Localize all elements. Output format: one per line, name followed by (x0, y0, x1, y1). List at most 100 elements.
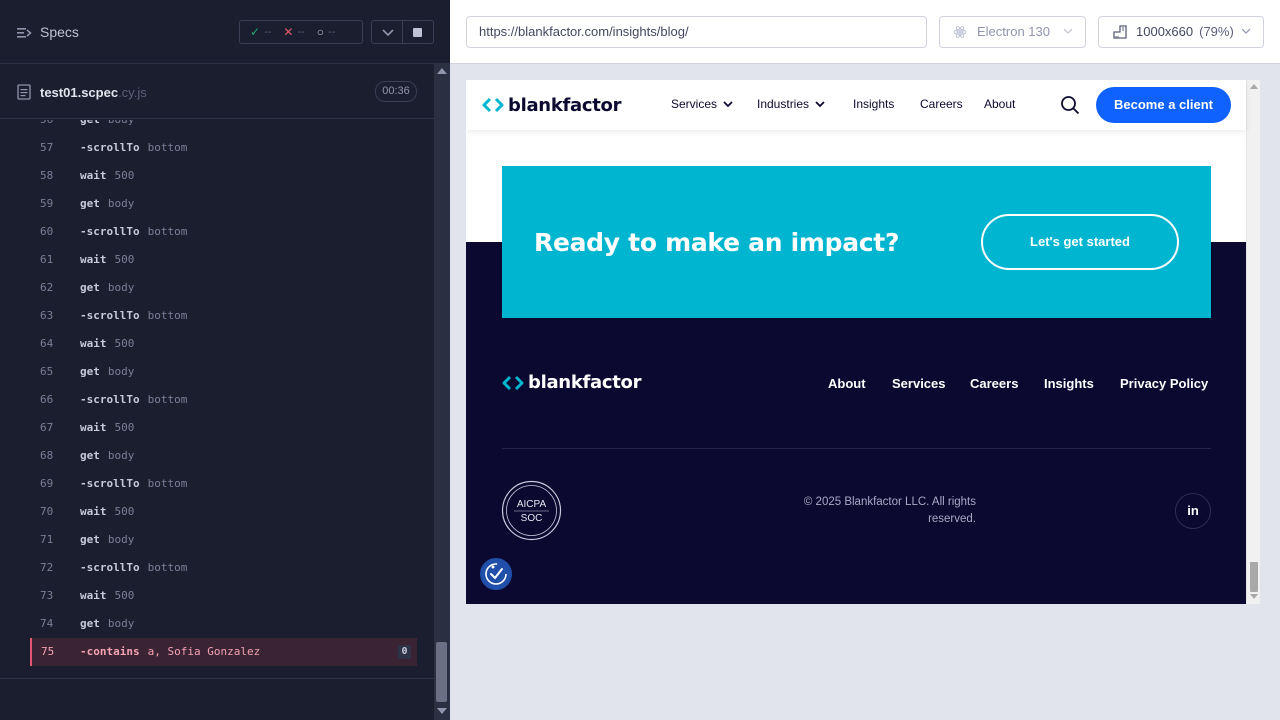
linkedin-icon[interactable]: in (1175, 493, 1211, 529)
command-name-text: get (80, 617, 100, 630)
command-row[interactable]: 61 wait 500 (30, 246, 417, 274)
command-row[interactable]: 68 get body (30, 442, 417, 470)
nav-insights[interactable]: Insights (853, 97, 894, 111)
command-name: wait 500 (80, 253, 134, 266)
scroll-down-arrow-icon[interactable] (437, 708, 447, 714)
command-name: getbody (80, 617, 134, 630)
aicpa-text: AICPA (517, 499, 547, 510)
nav-careers[interactable]: Careers (920, 97, 963, 111)
scrollbar-thumb[interactable] (436, 642, 447, 702)
become-a-client-button[interactable]: Become a client (1096, 87, 1231, 123)
copyright-line-1: © 2025 Blankfactor LLC. All rights (803, 496, 976, 508)
command-row[interactable]: 62 get body (30, 274, 417, 302)
pending-count: -- (328, 26, 336, 38)
nav-industries-label: Industries (757, 97, 810, 111)
reporter-scrollbar[interactable] (434, 64, 450, 720)
command-row[interactable]: 75 -contains a, Sofia Gonzalez 0 (30, 638, 417, 666)
url-bar[interactable]: https://blankfactor.com/insights/blog/ (466, 16, 927, 48)
command-row[interactable]: 71 get body (30, 526, 417, 554)
chevron-down-icon (1241, 28, 1251, 34)
nav-industries[interactable]: Industries (757, 97, 825, 111)
command-name-text: wait (80, 253, 107, 266)
command-name: wait 500 (80, 589, 134, 602)
specs-list-icon[interactable] (16, 25, 32, 41)
lets-get-started-button[interactable]: Let's get started (981, 214, 1179, 270)
chevron-down-icon (723, 101, 733, 108)
spec-file-header[interactable]: test01.scpec.cy.js (0, 65, 434, 119)
footer-link-about[interactable]: About (828, 376, 866, 391)
footer-logo[interactable]: blankfactor (502, 372, 641, 393)
nav-about[interactable]: About (984, 97, 1015, 111)
footer-link-privacy-policy[interactable]: Privacy Policy (1120, 376, 1208, 391)
command-name: wait 500 (80, 337, 134, 350)
command-row[interactable]: 59 get body (30, 190, 417, 218)
command-argument: 500 (114, 169, 135, 182)
command-argument: 500 (114, 421, 135, 434)
command-row[interactable]: 70 wait 500 (30, 498, 417, 526)
stop-button[interactable] (403, 20, 434, 44)
command-name-text: get (80, 449, 100, 462)
command-number: 69 (40, 477, 54, 490)
footer-link-services[interactable]: Services (892, 376, 946, 391)
command-argument: body (107, 449, 135, 462)
command-row[interactable]: 58 wait 500 (30, 162, 417, 190)
command-argument: bottom (147, 561, 188, 574)
command-number: 72 (40, 561, 54, 574)
accessibility-widget-button[interactable] (478, 556, 514, 592)
site-logo[interactable]: blankfactor (482, 93, 621, 117)
command-name: getbody (80, 281, 134, 294)
command-row[interactable]: 67 wait 500 (30, 414, 417, 442)
footer-link-insights[interactable]: Insights (1044, 376, 1094, 391)
command-argument: 500 (114, 505, 135, 518)
command-name: getbody (80, 533, 134, 546)
command-row[interactable]: 65 get body (30, 358, 417, 386)
footer-link-careers[interactable]: Careers (970, 376, 1018, 391)
search-icon[interactable] (1060, 95, 1080, 115)
command-argument: a, Sofia Gonzalez (147, 645, 261, 658)
footer-logo-text: blankfactor (528, 372, 642, 393)
command-row[interactable]: 63 -scrollTo bottom (30, 302, 417, 330)
command-argument: 500 (114, 253, 135, 266)
command-name: getbody (80, 365, 134, 378)
command-number: 63 (40, 309, 54, 322)
spec-ext-text: .cy.js (118, 85, 147, 100)
command-name-text: get (80, 533, 100, 546)
site-scrollbar-thumb[interactable] (1250, 562, 1258, 592)
command-row[interactable]: 60 -scrollTo bottom (30, 218, 417, 246)
command-number: 64 (40, 337, 54, 350)
command-row[interactable]: 72 -scrollTo bottom (30, 554, 417, 582)
command-name-text: -scrollTo (80, 477, 140, 490)
command-row[interactable]: 69 -scrollTo bottom (30, 470, 417, 498)
command-row[interactable]: 74 get body (30, 610, 417, 638)
command-name: -scrollTo bottom (80, 225, 187, 238)
nav-services[interactable]: Services (671, 97, 733, 111)
command-number: 74 (40, 617, 54, 630)
accessibility-icon (485, 563, 507, 585)
reporter-topbar: Specs ✓ -- ✕ -- ○ -- (0, 0, 450, 64)
command-row[interactable]: 56 get body (30, 120, 417, 134)
command-number: 68 (40, 449, 54, 462)
scroll-down-arrow-icon[interactable] (1250, 594, 1258, 599)
command-name: -scrollTo bottom (80, 141, 187, 154)
viewport-size: 1000x660 (1136, 24, 1194, 39)
x-icon: ✕ (283, 25, 294, 39)
command-name-text: wait (80, 505, 107, 518)
browser-selector[interactable]: Electron 130 (939, 16, 1086, 48)
command-argument: 500 (114, 589, 135, 602)
site-scrollbar[interactable] (1246, 80, 1260, 604)
command-row[interactable]: 64 wait 500 (30, 330, 417, 358)
command-row[interactable]: 66 -scrollTo bottom (30, 386, 417, 414)
viewport-selector[interactable]: 1000x660 (79%) (1098, 16, 1264, 48)
command-row[interactable]: 73 wait 500 (30, 582, 417, 610)
toggle-auto-scroll-button[interactable] (371, 20, 403, 44)
scroll-up-arrow-icon[interactable] (1250, 84, 1258, 89)
command-count-badge: 0 (398, 645, 411, 659)
command-name-text: -scrollTo (80, 309, 140, 322)
blankfactor-logo-icon (482, 97, 504, 113)
stop-icon (413, 28, 422, 37)
command-name: getbody (80, 120, 134, 126)
command-row[interactable]: 57 -scrollTo bottom (30, 134, 417, 162)
specs-title[interactable]: Specs (40, 24, 79, 40)
scroll-up-arrow-icon[interactable] (437, 68, 447, 74)
command-number: 61 (40, 253, 54, 266)
